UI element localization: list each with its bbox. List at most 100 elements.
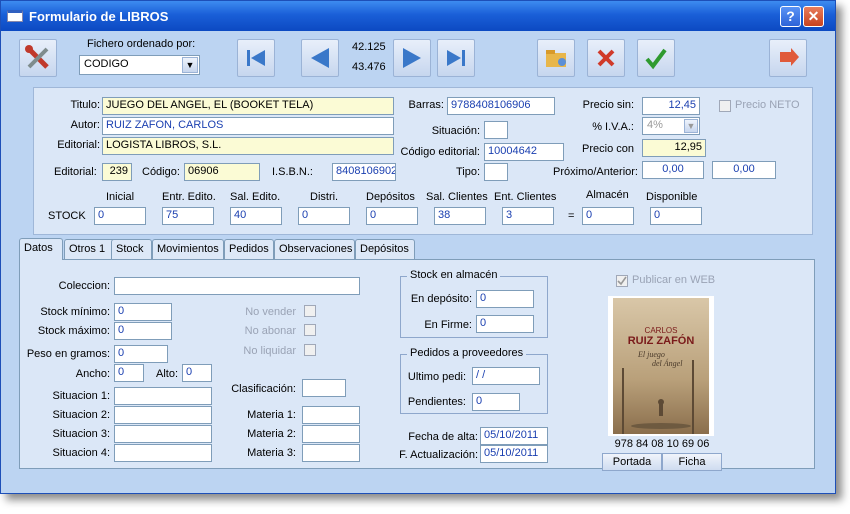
materia3-field[interactable] <box>302 444 360 462</box>
stock-entr-edito-field[interactable]: 75 <box>162 207 214 225</box>
chevron-down-icon: ▼ <box>684 119 698 133</box>
materia1-field[interactable] <box>302 406 360 424</box>
close-button[interactable]: ✕ <box>803 6 824 27</box>
materia3-label: Materia 3: <box>247 447 296 459</box>
situacion3-field[interactable] <box>114 425 212 443</box>
tab-stock[interactable]: Stock <box>111 239 152 259</box>
exit-button[interactable] <box>769 39 807 77</box>
next-record-button[interactable] <box>393 39 431 77</box>
cancel-button[interactable] <box>587 39 625 77</box>
stock-header-depositos: Depósitos <box>366 191 415 203</box>
portada-button[interactable]: Portada <box>602 453 662 471</box>
situacion1-label: Situacion 1: <box>52 390 110 402</box>
ancho-label: Ancho: <box>75 368 110 380</box>
tab-pedidos[interactable]: Pedidos <box>224 239 274 259</box>
codigo-editorial-field[interactable]: 10004642 <box>484 143 564 161</box>
help-button[interactable]: ? <box>780 6 801 27</box>
ficha-button[interactable]: Ficha <box>662 453 722 471</box>
first-record-button[interactable] <box>237 39 275 77</box>
stock-almacen-title: Stock en almacén <box>407 269 501 281</box>
tools-icon <box>25 45 49 69</box>
precio-neto-checkbox[interactable] <box>719 100 731 112</box>
publicar-web-checkbox[interactable] <box>616 275 628 287</box>
stock-header-distri: Distri. <box>310 191 339 203</box>
no-liquidar-label: No liquidar <box>243 345 296 357</box>
title-bar[interactable]: Formulario de LIBROS ? ✕ <box>1 1 835 31</box>
coleccion-field[interactable] <box>114 277 360 295</box>
autor-field[interactable]: RUIZ ZAFON, CARLOS <box>102 117 394 135</box>
fecha-alta-label: Fecha de alta: <box>408 431 478 443</box>
barcode-text: 978 84 08 10 69 06 <box>614 438 710 450</box>
no-vender-checkbox[interactable] <box>304 305 316 317</box>
checkmark-icon <box>617 276 627 286</box>
precio-con-field[interactable]: 12,95 <box>642 139 706 157</box>
materia2-field[interactable] <box>302 425 360 443</box>
arrow-left-icon <box>311 48 329 68</box>
precio-sin-field[interactable]: 12,45 <box>642 97 700 115</box>
situacion-field[interactable] <box>484 121 508 139</box>
stock-equals: = <box>568 210 575 222</box>
codigo-editorial-label: Código editorial: <box>400 146 481 158</box>
situacion1-field[interactable] <box>114 387 212 405</box>
sort-select[interactable]: CODIGO ▼ <box>79 55 200 75</box>
no-liquidar-checkbox[interactable] <box>304 344 316 356</box>
situacion2-label: Situacion 2: <box>52 409 110 421</box>
editorial-num-field[interactable]: 239 <box>102 163 132 181</box>
fecha-alta-field[interactable]: 05/10/2011 <box>480 427 548 445</box>
last-record-button[interactable] <box>437 39 475 77</box>
stock-min-field[interactable]: 0 <box>114 303 172 321</box>
peso-field[interactable]: 0 <box>114 345 168 363</box>
iva-select[interactable]: 4% ▼ <box>642 117 700 135</box>
en-deposito-label: En depósito: <box>410 293 472 305</box>
stock-distri-field[interactable]: 0 <box>298 207 350 225</box>
no-vender-label: No vender <box>245 306 296 318</box>
book-header-panel: Titulo: JUEGO DEL ANGEL, EL (BOOKET TELA… <box>33 87 813 235</box>
stock-min-label: Stock mínimo: <box>40 306 110 318</box>
f-actualizacion-field[interactable]: 05/10/2011 <box>480 445 548 463</box>
en-firme-field[interactable]: 0 <box>476 315 534 333</box>
tab-datos[interactable]: Datos <box>19 238 63 260</box>
iva-label: % I.V.A.: <box>592 121 634 133</box>
accept-button[interactable] <box>637 39 675 77</box>
alto-field[interactable]: 0 <box>182 364 212 382</box>
stock-ent-clientes-field[interactable]: 3 <box>502 207 554 225</box>
cover-author-line2: RUIZ ZAFÓN <box>627 335 695 347</box>
no-abonar-checkbox[interactable] <box>304 324 316 336</box>
previous-record-button[interactable] <box>301 39 339 77</box>
stock-inicial-field[interactable]: 0 <box>94 207 146 225</box>
barras-field[interactable]: 9788408106906 <box>447 97 555 115</box>
clasificacion-field[interactable] <box>302 379 346 397</box>
iva-select-value: 4% <box>647 119 663 131</box>
open-folder-button[interactable] <box>537 39 575 77</box>
tab-observaciones[interactable]: Observaciones <box>274 239 355 259</box>
stock-sal-clientes-field[interactable]: 38 <box>434 207 486 225</box>
editorial-field[interactable]: LOGISTA LIBROS, S.L. <box>102 137 394 155</box>
no-abonar-label: No abonar <box>244 325 296 337</box>
coleccion-label: Coleccion: <box>58 280 110 292</box>
stock-almacen-field[interactable]: 0 <box>582 207 634 225</box>
proximo-field[interactable]: 0,00 <box>642 161 704 179</box>
cover-title-line2: del Ángel <box>652 359 683 368</box>
ultimo-pedi-field[interactable]: / / <box>472 367 540 385</box>
stock-max-field[interactable]: 0 <box>114 322 172 340</box>
tipo-field[interactable] <box>484 163 508 181</box>
codigo-field[interactable]: 06906 <box>184 163 260 181</box>
window-title: Formulario de LIBROS <box>29 9 169 24</box>
situacion4-field[interactable] <box>114 444 212 462</box>
ancho-field[interactable]: 0 <box>114 364 144 382</box>
titulo-field[interactable]: JUEGO DEL ANGEL, EL (BOOKET TELA) <box>102 97 394 115</box>
editorial-num-label: Editorial: <box>54 166 97 178</box>
tab-depositos[interactable]: Depósitos <box>355 239 415 259</box>
stock-disponible-field[interactable]: 0 <box>650 207 702 225</box>
precio-neto-label: Precio NETO <box>735 99 800 111</box>
tools-button[interactable] <box>19 39 57 77</box>
stock-depositos-field[interactable]: 0 <box>366 207 418 225</box>
tab-otros-1[interactable]: Otros 1 <box>64 239 116 259</box>
tab-movimientos[interactable]: Movimientos <box>152 239 224 259</box>
pendientes-field[interactable]: 0 <box>472 393 520 411</box>
stock-sal-edito-field[interactable]: 40 <box>230 207 282 225</box>
sort-label: Fichero ordenado por: <box>87 38 196 50</box>
anterior-field[interactable]: 0,00 <box>712 161 776 179</box>
en-deposito-field[interactable]: 0 <box>476 290 534 308</box>
situacion2-field[interactable] <box>114 406 212 424</box>
